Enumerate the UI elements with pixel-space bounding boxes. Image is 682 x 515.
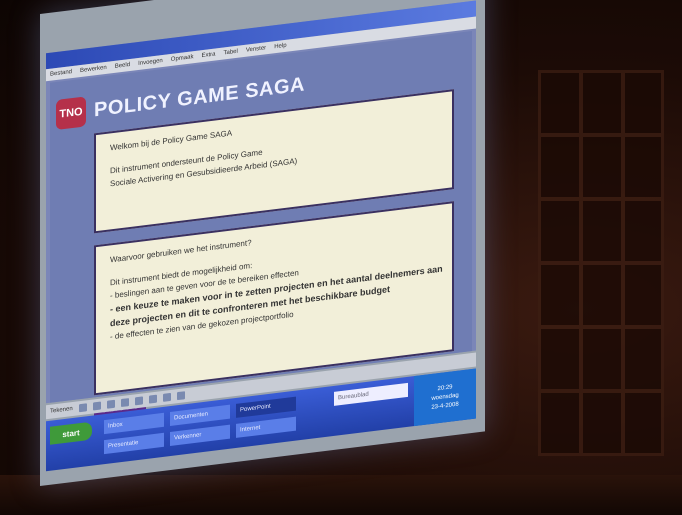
line-color-icon[interactable] [148,394,157,404]
room-window [538,70,664,456]
arrow-icon[interactable] [78,403,87,413]
task-explorer[interactable]: Verkenner [170,424,230,447]
task-inbox[interactable]: Inbox [104,412,164,435]
textbox-icon[interactable] [120,398,129,408]
menu-item-window[interactable]: Venster [246,45,266,53]
clock-date: 23-4-2008 [431,401,459,411]
clock-time: 20:29 [437,384,453,393]
task-powerpoint[interactable]: PowerPoint [236,396,296,418]
system-tray: 20:29 woensdag 23-4-2008 [414,368,476,427]
menu-item-edit[interactable]: Bewerken [80,65,107,74]
menu-item-file[interactable]: Bestand [50,69,72,78]
taskbar-search[interactable]: Bureaublad [334,382,408,406]
menu-item-table[interactable]: Tabel [223,49,237,57]
task-documents[interactable]: Documenten [170,404,230,427]
task-internet[interactable]: Internet [236,416,296,438]
font-color-icon[interactable] [162,392,171,402]
menu-item-insert[interactable]: Invoegen [138,58,163,67]
clock-day: woensdag [431,392,459,402]
menu-item-format[interactable]: Opmaak [171,54,194,63]
projector-screen: Bestand Bewerken Beeld Invoegen Opmaak E… [40,0,485,487]
fill-color-icon[interactable] [134,396,143,406]
task-presentation[interactable]: Presentatie [104,432,164,455]
menu-item-view[interactable]: Beeld [115,62,130,70]
toolbar-label[interactable]: Tekenen [50,406,73,415]
app-content: TNO POLICY GAME SAGA Welkom bij de Polic… [50,30,472,420]
app-window: Bestand Bewerken Beeld Invoegen Opmaak E… [46,0,476,420]
start-button[interactable]: start [50,421,92,445]
menu-item-tools[interactable]: Extra [201,51,215,59]
ellipse-icon[interactable] [106,399,115,409]
shadow-icon[interactable] [176,391,185,401]
tno-logo: TNO [56,96,86,131]
room-floor [0,475,682,515]
rectangle-icon[interactable] [92,401,101,411]
menu-item-help[interactable]: Help [274,43,286,51]
